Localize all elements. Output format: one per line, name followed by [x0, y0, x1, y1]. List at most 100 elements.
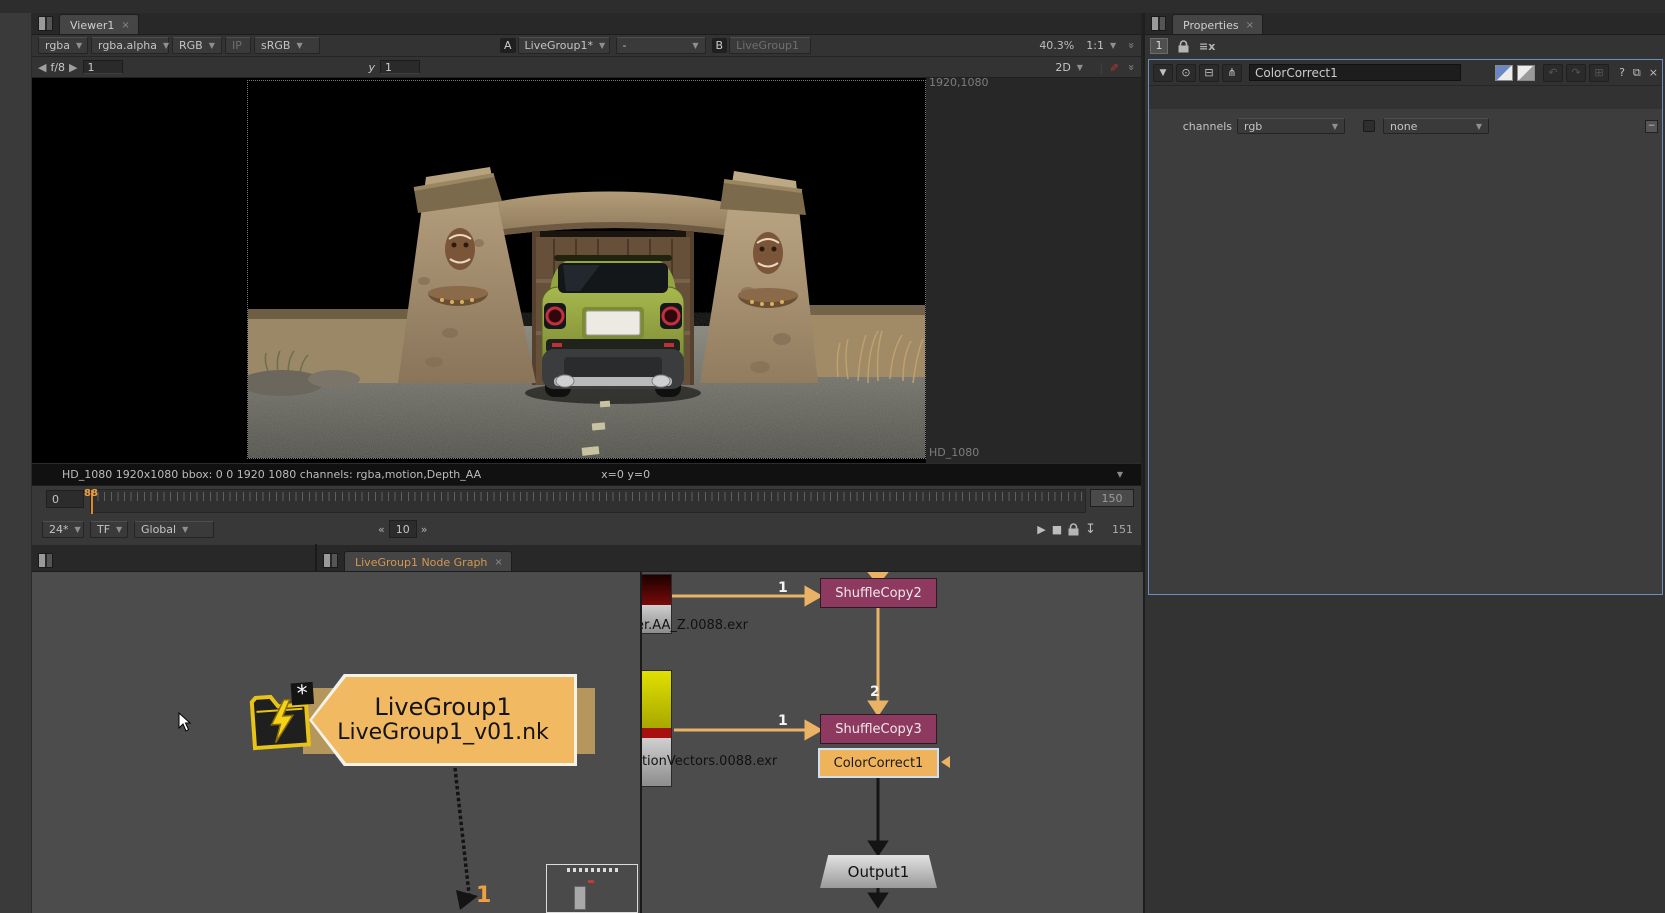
node-color-swatch[interactable]: [1495, 65, 1513, 81]
timeline-mode-dropdown[interactable]: TF▼: [90, 521, 128, 538]
ab-mode-dropdown[interactable]: -▼: [616, 37, 706, 54]
range-start-input[interactable]: 0: [46, 490, 84, 508]
proxy-ratio-dropdown[interactable]: 1:1▼: [1080, 37, 1120, 54]
input-b-dropdown[interactable]: LiveGroup1: [729, 37, 811, 54]
pane-menu-icon[interactable]: [1151, 16, 1166, 31]
stop-icon[interactable]: ■: [1052, 523, 1062, 536]
monitor-icon[interactable]: ⊟: [1199, 64, 1219, 82]
frame-skip-group: « 10 »: [378, 520, 427, 538]
collapse-chevron-icon[interactable]: »: [1125, 64, 1138, 71]
channels-label: channels: [1149, 120, 1237, 133]
viewer-tab-label: Viewer1: [70, 19, 114, 32]
skip-back-icon[interactable]: «: [378, 523, 385, 536]
next-icon[interactable]: ▶: [69, 61, 77, 74]
fps-dropdown[interactable]: 24*▼: [42, 521, 84, 538]
chevron-down-icon: ▼: [1332, 122, 1338, 131]
panel-stack-count[interactable]: 1: [1150, 38, 1168, 54]
zoom-level[interactable]: 40.3%: [1039, 39, 1074, 52]
chevron-down-icon[interactable]: ▼: [1117, 470, 1123, 479]
input-a-dropdown[interactable]: LiveGroup1*▼: [518, 37, 610, 54]
chevron-down-icon: ▼: [116, 525, 122, 534]
viewer-lut-dropdown[interactable]: sRGB▼: [254, 37, 320, 54]
viewer-info-bar: HD_1080 1920x1080 bbox: 0 0 1920 1080 ch…: [32, 463, 1141, 485]
lock-icon[interactable]: [1068, 523, 1079, 536]
center-node-icon[interactable]: ⊙: [1176, 64, 1196, 82]
chevron-down-icon: ▼: [1077, 63, 1083, 72]
timeline-ruler[interactable]: 88: [90, 489, 1086, 513]
channels-dropdown[interactable]: rgb▼: [1237, 118, 1345, 134]
redo-icon[interactable]: ↷: [1566, 64, 1586, 82]
lock-panels-icon[interactable]: [1178, 40, 1189, 53]
minus-button[interactable]: −: [1645, 120, 1658, 133]
display-channel-dropdown[interactable]: RGB▼: [172, 37, 222, 54]
close-icon[interactable]: ×: [494, 557, 502, 568]
node-name-input[interactable]: ColorCorrect1: [1249, 64, 1461, 81]
pane-menu-icon[interactable]: [323, 553, 338, 568]
view-mode-dropdown[interactable]: 2D▼: [1049, 59, 1093, 76]
layer-dropdown[interactable]: rgba▼: [38, 37, 88, 54]
viewer-gamma-input[interactable]: 1: [380, 60, 420, 74]
pane-menu-icon[interactable]: [38, 553, 53, 568]
node-shufflecopy3[interactable]: ShuffleCopy3: [820, 714, 937, 744]
float-panel-icon[interactable]: ⧉: [1633, 66, 1641, 80]
range-scope-dropdown[interactable]: Global▼: [134, 521, 214, 538]
cursor-coords: x=0 y=0: [601, 468, 650, 481]
chevron-down-icon: ▼: [1110, 41, 1116, 50]
viewer-gamma-slider[interactable]: [430, 59, 685, 75]
svg-text:1: 1: [476, 883, 491, 908]
rendered-scene: [248, 81, 925, 458]
prev-icon[interactable]: ◀: [38, 61, 46, 74]
tab-viewer1[interactable]: Viewer1 ×: [59, 14, 139, 34]
skip-forward-icon[interactable]: »: [421, 523, 428, 536]
viewer-exposure-row: ◀ f/8 ▶ 1 y 1 2D▼ | ✎ »: [32, 57, 1141, 78]
format-resolution-label: 1920,1080: [929, 76, 989, 89]
fstop-label[interactable]: f/8: [50, 61, 65, 74]
collapse-arrow-icon[interactable]: ▼: [1153, 64, 1173, 82]
graph-preview-widget[interactable]: [546, 864, 638, 913]
viewer-canvas[interactable]: 1920,1080 HD_1080: [32, 78, 1141, 463]
livegroup-node-graph-pane[interactable]: er.AA_Z.0088.exr otionVectors.0088.exr 1…: [640, 572, 1143, 913]
close-icon[interactable]: ×: [1246, 20, 1254, 31]
flipbook-icon[interactable]: ▶: [1037, 523, 1045, 536]
pane-menu-icon[interactable]: [38, 16, 53, 31]
close-icon[interactable]: ×: [121, 20, 129, 31]
revert-icon[interactable]: ⊞: [1589, 64, 1609, 82]
mask-input-arrow-icon[interactable]: [941, 756, 950, 768]
chevron-down-icon: ▼: [163, 41, 169, 50]
mask-checkbox[interactable]: [1363, 120, 1375, 132]
wrench-icon[interactable]: ⋔: [1222, 64, 1242, 82]
input-process-button[interactable]: IP: [225, 37, 251, 54]
chevron-down-icon: ▼: [1476, 122, 1482, 131]
read-depth-filename: er.AA_Z.0088.exr: [640, 618, 748, 633]
input-a-label: A: [500, 38, 516, 53]
properties-tabbar: Properties ×: [1145, 13, 1665, 35]
bottom-tabbar: LiveGroup1 Node Graph ×: [32, 545, 1141, 572]
clear-panels-icon[interactable]: ≡x: [1199, 40, 1215, 53]
node-shufflecopy2[interactable]: ShuffleCopy2: [820, 578, 937, 608]
gain-input[interactable]: 1: [83, 60, 123, 74]
node-toolbar: [0, 13, 32, 913]
panel-color-swatch[interactable]: [1517, 65, 1535, 81]
tab-properties[interactable]: Properties ×: [1172, 14, 1263, 34]
mask-dropdown[interactable]: none▼: [1383, 118, 1489, 134]
range-end-box[interactable]: 150: [1090, 489, 1134, 507]
chevron-down-icon: ▼: [599, 41, 605, 50]
alpha-layer-dropdown[interactable]: rgba.alpha▼: [91, 37, 169, 54]
tab-livegroup-nodegraph[interactable]: LiveGroup1 Node Graph ×: [344, 551, 512, 571]
gain-slider[interactable]: [133, 59, 343, 75]
timeline: 0 88 150 24*▼ TF▼ Global▼ « 10 » ▶ ■ ↧ 1…: [32, 485, 1141, 545]
input-arrow-label: 1: [778, 580, 788, 596]
node-colorcorrect1[interactable]: ColorCorrect1: [818, 748, 939, 778]
node-read-motion[interactable]: [640, 670, 672, 787]
undo-icon[interactable]: ↶: [1543, 64, 1563, 82]
close-icon[interactable]: ×: [1649, 66, 1658, 79]
viewer-image[interactable]: [247, 80, 926, 459]
frame-increment-input[interactable]: 10: [389, 520, 417, 538]
annotate-pen-icon[interactable]: ✎: [1107, 62, 1120, 71]
help-icon[interactable]: ?: [1619, 66, 1625, 79]
collapse-chevron-icon[interactable]: »: [1125, 42, 1138, 49]
transport-row: 24*▼ TF▼ Global▼ « 10 » ▶ ■ ↧ 151: [32, 516, 1141, 542]
node-output1[interactable]: Output1: [820, 855, 937, 888]
save-layout-icon[interactable]: ↧: [1085, 522, 1096, 537]
node-graph-pane[interactable]: LiveGroup1 LiveGroup1_v01.nk * 1: [32, 572, 640, 913]
